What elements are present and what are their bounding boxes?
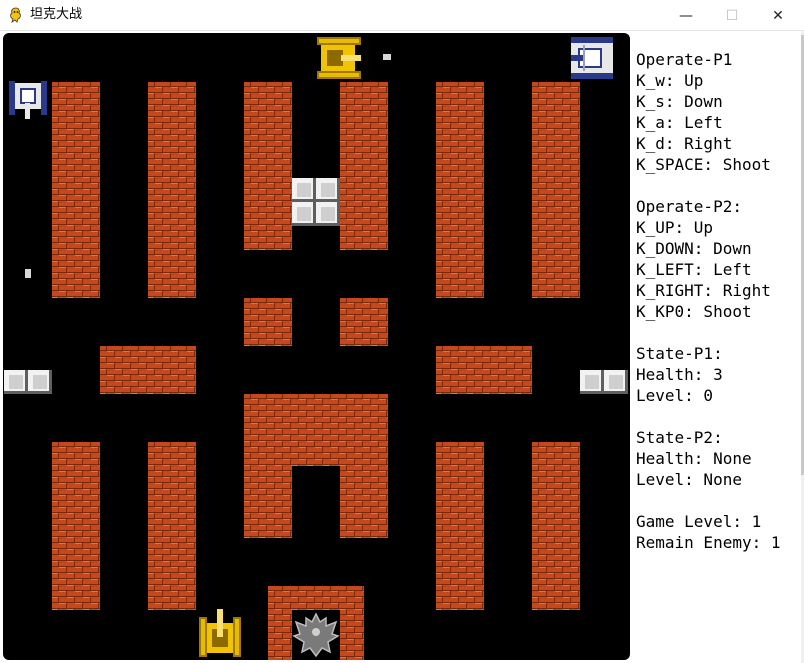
maximize-button[interactable]: ☐ <box>709 0 755 31</box>
info-line: Health: None <box>636 449 752 468</box>
info-line: State-P1: <box>636 344 723 363</box>
title-bar: 坦克大战 — ☐ ✕ <box>0 0 804 31</box>
info-line: K_LEFT: Left <box>636 260 752 279</box>
info-panel: Operate-P1 K_w: Up K_s: Down K_a: Left K_d: … <box>630 31 804 663</box>
info-line: Remain Enemy: 1 <box>636 533 781 552</box>
info-line: Health: 3 <box>636 365 723 384</box>
bullet <box>383 54 391 60</box>
info-line: K_w: Up <box>636 71 704 90</box>
info-line: Level: 0 <box>636 386 714 405</box>
minimize-button[interactable]: — <box>663 0 709 31</box>
info-line: K_d: Right <box>636 134 733 153</box>
info-line: Operate-P1 <box>636 50 733 69</box>
info-line: Operate-P2: <box>636 197 742 216</box>
enemy-tank <box>7 77 49 119</box>
game-board[interactable] <box>3 33 630 660</box>
window-title: 坦克大战 <box>30 7 83 22</box>
info-line: K_s: Down <box>636 92 723 111</box>
brick-walls <box>52 82 580 660</box>
bonus-tank <box>317 37 361 79</box>
info-line: State-P2: <box>636 428 723 447</box>
game-board-canvas <box>4 37 628 660</box>
player-tank <box>199 609 241 657</box>
info-line: K_DOWN: Down <box>636 239 752 258</box>
enemy-tank <box>571 37 613 79</box>
info-line: K_UP: Up <box>636 218 714 237</box>
close-button[interactable]: ✕ <box>755 0 801 31</box>
eagle-base <box>292 610 340 660</box>
info-line: Level: None <box>636 470 742 489</box>
info-line: K_KP0: Shoot <box>636 302 752 321</box>
pygame-snake-icon <box>10 7 21 23</box>
info-line: K_a: Left <box>636 113 723 132</box>
bullet <box>25 269 31 278</box>
info-line: K_SPACE: Shoot <box>636 155 771 174</box>
info-line: Game Level: 1 <box>636 512 762 531</box>
info-line: K_RIGHT: Right <box>636 281 771 300</box>
